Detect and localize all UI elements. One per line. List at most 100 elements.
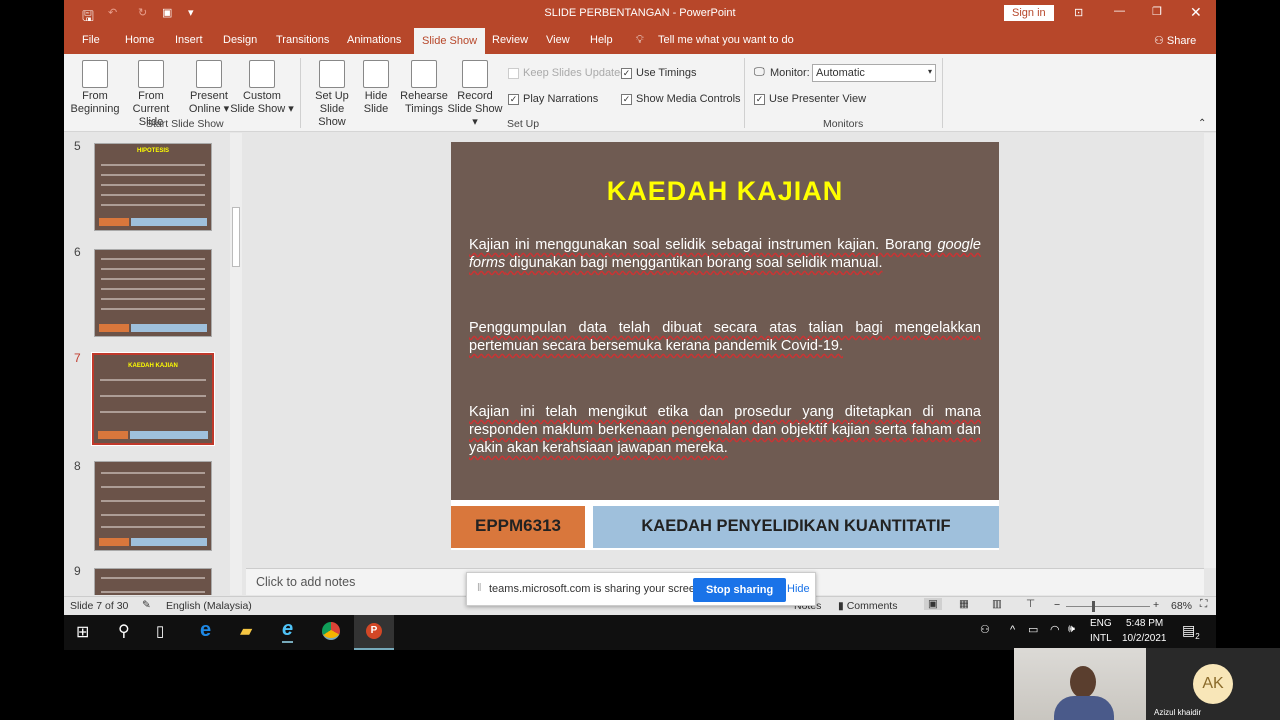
- zoom-slider[interactable]: [1066, 601, 1150, 612]
- maximize-button[interactable]: ❐: [1152, 5, 1162, 18]
- ribbon-display-icon[interactable]: ⊡: [1074, 6, 1083, 19]
- tab-transitions[interactable]: Transitions: [276, 34, 329, 46]
- powerpoint-icon: P: [366, 623, 382, 639]
- globe-icon: [196, 60, 222, 88]
- file-explorer-icon[interactable]: ▰: [240, 621, 252, 641]
- slide-title: KAEDAH KAJIAN: [606, 176, 844, 206]
- custom-slide-show-button[interactable]: Custom Slide Show ▾: [230, 60, 294, 116]
- slide-thumbnail[interactable]: [94, 568, 212, 595]
- tab-slide-show[interactable]: Slide Show: [414, 28, 486, 54]
- fit-to-window-icon[interactable]: ⛶: [1200, 598, 1207, 611]
- spell-check-icon[interactable]: ✎: [142, 599, 151, 611]
- slide-thumbnail-selected[interactable]: KAEDAH KAJIAN: [91, 352, 215, 446]
- thumbnails-scrollbar[interactable]: [230, 133, 242, 595]
- divider: [300, 58, 301, 128]
- volume-icon[interactable]: 🕪︎: [1068, 623, 1075, 636]
- tab-review[interactable]: Review: [492, 34, 528, 46]
- group-label-setup: Set Up: [507, 118, 540, 130]
- collapse-ribbon-icon[interactable]: ⌃: [1198, 118, 1206, 129]
- share-button[interactable]: ⚇ Share: [1154, 34, 1196, 47]
- task-view-icon[interactable]: ▯: [156, 622, 164, 640]
- rehearse-timings-button[interactable]: Rehearse Timings: [400, 60, 448, 116]
- use-presenter-view-checkbox[interactable]: ✓ Use Presenter View: [754, 93, 866, 105]
- comments-button[interactable]: ▮ Comments: [838, 600, 897, 612]
- chevron-down-icon: ▾: [927, 67, 932, 76]
- title-bar: 🖫 ↶ ↻ ▣ ▾ SLIDE PERBENTANGAN - PowerPoin…: [64, 0, 1216, 28]
- comment-icon: ▮: [838, 600, 847, 612]
- slide-thumbnails-panel: 5 HIPOTESIS 6 7 KAEDAH KAJIAN 8 9: [64, 133, 246, 595]
- tab-file[interactable]: File: [82, 34, 100, 46]
- record-icon: [462, 60, 488, 88]
- group-label-monitors: Monitors: [823, 118, 864, 130]
- current-slide[interactable]: KAEDAH KAJIAN Kajian ini menggunakan soa…: [451, 142, 999, 550]
- group-label-start: Start Slide Show: [146, 118, 224, 130]
- slide-paragraph: Penggumpulan data telah dibuat secara at…: [469, 320, 981, 354]
- keep-slides-updated-checkbox[interactable]: Keep Slides Updated: [508, 67, 626, 79]
- tab-home[interactable]: Home: [125, 34, 154, 46]
- tab-design[interactable]: Design: [223, 34, 257, 46]
- slide-thumbnail[interactable]: [94, 249, 212, 337]
- stop-sharing-button[interactable]: Stop sharing: [693, 578, 787, 602]
- show-media-controls-checkbox[interactable]: ✓ Show Media Controls: [621, 93, 741, 105]
- slide-sorter-icon[interactable]: ▦: [959, 598, 969, 610]
- edge-icon[interactable]: e: [200, 619, 211, 642]
- participant-name: Azizul khaidir: [1154, 708, 1202, 717]
- slideshow-view-icon[interactable]: ⊤: [1026, 598, 1035, 610]
- chrome-icon[interactable]: [322, 622, 340, 640]
- zoom-in-button[interactable]: +: [1153, 599, 1159, 611]
- minimize-button[interactable]: —: [1114, 5, 1125, 17]
- monitor-label: Monitor:: [770, 67, 810, 79]
- hide-slide-button[interactable]: Hide Slide: [360, 60, 392, 116]
- close-button[interactable]: ✕: [1190, 4, 1202, 21]
- slide-scrollbar[interactable]: [1204, 133, 1216, 568]
- language-indicator[interactable]: ENG: [1090, 618, 1112, 629]
- tab-insert[interactable]: Insert: [175, 34, 203, 46]
- monitor-select[interactable]: Automatic ▾: [812, 64, 936, 82]
- clock-date[interactable]: 10/2/2021: [1122, 633, 1167, 644]
- present-online-button[interactable]: Present Online ▾: [188, 60, 230, 116]
- drag-handle-icon[interactable]: ‖: [477, 582, 482, 594]
- notifications-icon[interactable]: ▤2: [1182, 622, 1200, 641]
- clock-time[interactable]: 5:48 PM: [1126, 618, 1163, 629]
- slide-thumbnail[interactable]: HIPOTESIS: [94, 143, 212, 231]
- zoom-out-button[interactable]: −: [1054, 599, 1060, 611]
- windows-start-icon[interactable]: ⊞: [76, 622, 89, 642]
- play-narrations-checkbox[interactable]: ✓ Play Narrations: [508, 93, 598, 105]
- from-beginning-button[interactable]: From Beginning: [70, 60, 120, 116]
- tab-animations[interactable]: Animations: [347, 34, 401, 46]
- powerpoint-taskbar-button[interactable]: P: [354, 615, 394, 650]
- custom-show-icon: [249, 60, 275, 88]
- sign-in-button[interactable]: Sign in: [1004, 5, 1054, 21]
- slide-counter: Slide 7 of 30: [70, 600, 129, 612]
- hide-slide-icon: [363, 60, 389, 88]
- zoom-level[interactable]: 68%: [1171, 600, 1192, 612]
- scrollbar-thumb[interactable]: [232, 207, 240, 267]
- lightbulb-icon: 💡︎: [636, 34, 644, 46]
- language-indicator[interactable]: English (Malaysia): [166, 600, 252, 612]
- tab-help[interactable]: Help: [590, 34, 613, 46]
- use-timings-checkbox[interactable]: ✓ Use Timings: [621, 67, 697, 79]
- reading-view-icon[interactable]: ▥: [992, 598, 1002, 610]
- tab-view[interactable]: View: [546, 34, 570, 46]
- windows-taskbar: ⊞ ⚲ ▯ e ▰ e P ⚇ ^ ▭ ◠ 🕪︎ ENG INTL 5:48 P…: [64, 615, 1216, 650]
- hide-button[interactable]: Hide: [787, 583, 810, 595]
- stopwatch-icon: [411, 60, 437, 88]
- record-slide-show-button[interactable]: Record Slide Show ▾: [446, 60, 504, 129]
- setup-icon: [319, 60, 345, 88]
- ribbon: From Beginning From Current Slide Presen…: [64, 54, 1216, 132]
- tell-me-search[interactable]: Tell me what you want to do: [658, 34, 794, 46]
- normal-view-icon[interactable]: ▣: [924, 598, 942, 610]
- participant-video: [1014, 648, 1146, 720]
- person-icon: ⚇: [1154, 35, 1167, 47]
- show-hidden-icons[interactable]: ^: [1010, 624, 1015, 636]
- slide-paragraph: Kajian ini menggunakan soal selidik seba…: [469, 237, 981, 271]
- slide-paragraph: Kajian ini telah mengikut etika dan pros…: [469, 404, 981, 456]
- wifi-icon[interactable]: ◠: [1050, 623, 1060, 636]
- set-up-slide-show-button[interactable]: Set Up Slide Show: [306, 60, 358, 129]
- internet-explorer-icon[interactable]: e: [282, 618, 294, 643]
- people-icon[interactable]: ⚇: [980, 623, 990, 636]
- participant-tile: AK Azizul khaidir: [1146, 648, 1280, 720]
- slide-thumbnail[interactable]: [94, 461, 212, 551]
- battery-icon[interactable]: ▭: [1028, 623, 1038, 636]
- search-icon[interactable]: ⚲: [118, 621, 130, 641]
